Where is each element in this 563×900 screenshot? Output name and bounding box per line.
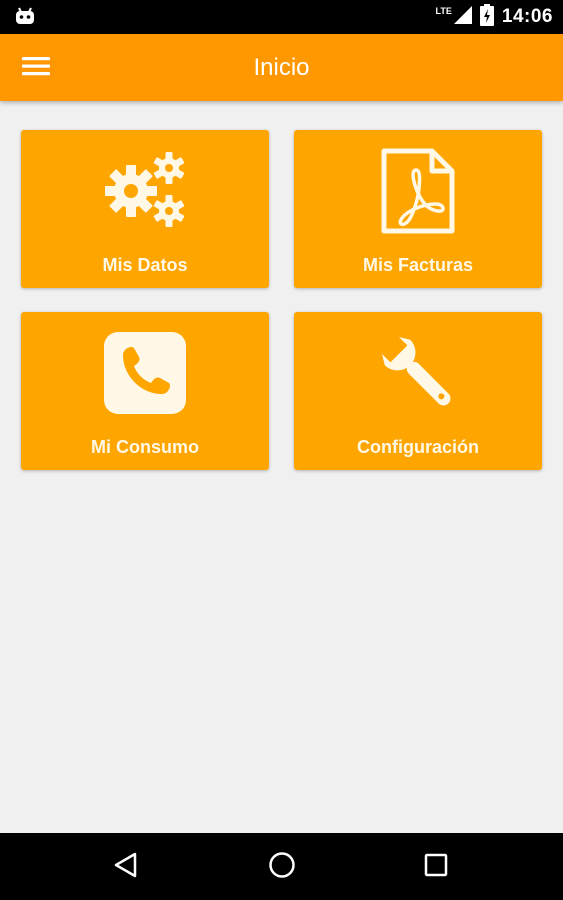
configuracion-tile[interactable]: Configuración (294, 312, 542, 470)
signal-icon (453, 5, 472, 29)
home-grid: Mis Datos Mis Facturas Mi Consumo Config… (0, 0, 563, 900)
network-type-label: LTE (435, 6, 452, 16)
recents-square-icon (424, 853, 448, 882)
status-bar: LTE 14:06 (0, 0, 563, 34)
tile-label: Mi Consumo (91, 437, 199, 457)
app-bar: Inicio (0, 34, 563, 101)
battery-icon (479, 3, 494, 31)
back-triangle-icon (113, 852, 139, 883)
mis-datos-tile[interactable]: Mis Datos (21, 130, 269, 288)
home-button[interactable] (260, 845, 304, 889)
recents-button[interactable] (414, 845, 458, 889)
gears-icon (103, 151, 187, 236)
tile-label: Configuración (357, 437, 479, 457)
back-button[interactable] (104, 845, 148, 889)
tile-label: Mis Datos (102, 255, 188, 275)
clock: 14:06 (501, 6, 553, 27)
mi-consumo-tile[interactable]: Mi Consumo (21, 312, 269, 470)
mis-facturas-tile[interactable]: Mis Facturas (294, 130, 542, 288)
wrench-icon (375, 330, 461, 421)
hamburger-menu-icon (22, 56, 50, 81)
tile-label: Mis Facturas (362, 255, 474, 275)
home-circle-icon (268, 851, 296, 884)
pdf-document-icon (380, 148, 456, 239)
phone-icon (103, 331, 187, 420)
page-title: Inicio (253, 53, 310, 81)
android-notification-icon (14, 6, 36, 31)
navigation-bar (0, 833, 563, 900)
menu-button[interactable] (14, 48, 58, 88)
